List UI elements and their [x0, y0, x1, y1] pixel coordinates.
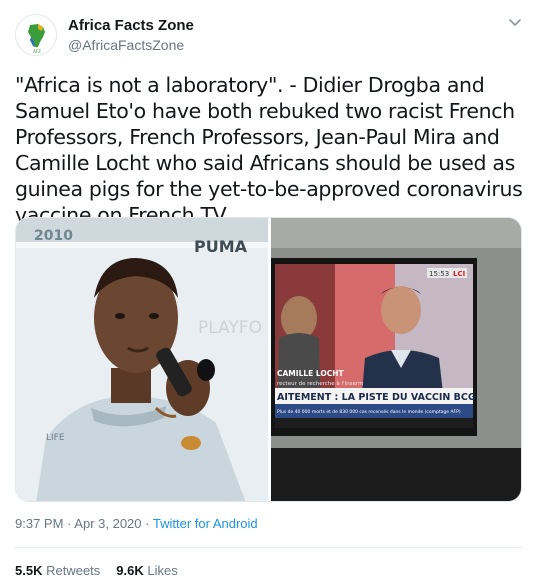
author-handle[interactable]: @AfricaFactsZone — [68, 37, 184, 53]
likes-stat[interactable]: 9.6K Likes — [116, 563, 177, 578]
tweet-source-link[interactable]: Twitter for Android — [153, 516, 258, 531]
avatar[interactable]: AFZ — [15, 14, 57, 56]
retweets-stat[interactable]: 5.5K Retweets — [15, 563, 100, 578]
banner-text: PUMA — [194, 237, 248, 256]
chevron-down-icon[interactable] — [507, 14, 523, 30]
tweet-stats: 5.5K Retweets 9.6K Likes — [15, 563, 178, 578]
press-conference-photo[interactable]: 2010 PUMA PLAYFO LIFE — [16, 218, 268, 501]
retweets-label: Retweets — [46, 563, 101, 578]
backdrop-text: PLAYFO — [198, 318, 262, 338]
tv-clock: 15:53 — [429, 270, 449, 278]
tv-ticker-headline: AITEMENT : LA PISTE DU VACCIN BCG — [277, 392, 476, 403]
tweet-media[interactable]: 2010 PUMA PLAYFO LIFE 15:53 LCI CAMILLE … — [15, 217, 522, 502]
tweet-card: AFZ Africa Facts Zone @AfricaFactsZone "… — [0, 0, 535, 588]
separator-dot: · — [67, 516, 72, 531]
separator-dot: · — [145, 516, 150, 531]
tweet-time[interactable]: 9:37 PM — [15, 516, 63, 531]
sponsor-logo-text: 2010 — [34, 228, 73, 244]
divider — [15, 547, 522, 548]
tv-channel-logo: LCI — [453, 270, 465, 278]
tv-caption-name: CAMILLE LOCHT — [277, 369, 345, 378]
svg-text:AFZ: AFZ — [33, 49, 41, 54]
tweet-text: "Africa is not a laboratory". - Didier D… — [15, 73, 523, 227]
tweet-date[interactable]: Apr 3, 2020 — [74, 516, 141, 531]
tweet-timestamp[interactable]: 9:37 PM · Apr 3, 2020 · Twitter for Andr… — [15, 516, 258, 531]
africa-map-logo-icon: AFZ — [16, 15, 56, 55]
retweets-count: 5.5K — [15, 563, 43, 578]
likes-count: 9.6K — [116, 563, 144, 578]
author-name[interactable]: Africa Facts Zone — [68, 17, 194, 34]
tv-ticker-sub: Plus de 40 000 morts et de 830 000 cas r… — [277, 408, 461, 415]
likes-label: Likes — [147, 563, 178, 578]
shirt-text: LIFE — [46, 433, 65, 443]
tv-screen-photo[interactable]: 15:53 LCI CAMILLE LOCHT recteur de reche… — [271, 218, 521, 501]
tv-caption-role: recteur de recherche à l'Inserm — [277, 380, 363, 387]
